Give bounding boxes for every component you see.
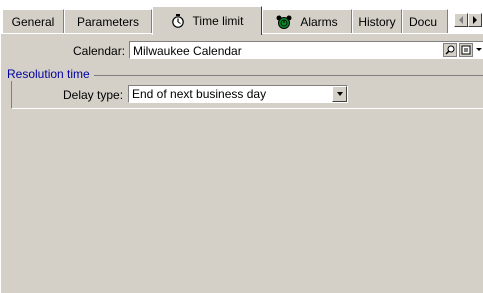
calendar-value: Milwaukee Calendar bbox=[133, 44, 242, 58]
calendar-search-button[interactable] bbox=[443, 43, 457, 57]
tab-history-label: History bbox=[358, 14, 396, 29]
tab-scroll-right-button[interactable] bbox=[468, 13, 482, 27]
form-icon bbox=[461, 45, 471, 55]
alarm-clock-icon bbox=[276, 15, 292, 29]
arrow-right-icon bbox=[473, 16, 477, 24]
tab-scroll-buttons bbox=[454, 13, 482, 27]
delay-type-dropdown-button[interactable] bbox=[332, 86, 347, 102]
magnifier-icon bbox=[445, 45, 455, 55]
tab-general-label: General bbox=[11, 14, 55, 29]
stopwatch-icon bbox=[171, 14, 185, 28]
tab-parameters[interactable]: Parameters bbox=[64, 9, 152, 33]
calendar-details-button[interactable] bbox=[459, 43, 473, 57]
tab-parameters-label: Parameters bbox=[76, 14, 140, 29]
delay-type-label: Delay type: bbox=[63, 88, 124, 102]
arrow-left-icon bbox=[459, 16, 463, 24]
resolution-time-title: Resolution time bbox=[7, 67, 94, 81]
tab-alarms-label: Alarms bbox=[300, 14, 338, 29]
calendar-field[interactable]: Milwaukee Calendar bbox=[129, 41, 483, 59]
tab-history[interactable]: History bbox=[352, 9, 402, 33]
tab-documents[interactable]: Docu bbox=[402, 9, 448, 33]
tab-time-limit-label: Time limit bbox=[192, 14, 244, 28]
tab-general[interactable]: General bbox=[2, 9, 64, 33]
tab-alarms[interactable]: Alarms bbox=[262, 9, 352, 33]
calendar-more-icon[interactable] bbox=[476, 43, 482, 58]
time-limit-panel: Calendar: Milwaukee Calendar Resolution … bbox=[0, 34, 483, 293]
tab-scroll-left-button[interactable] bbox=[454, 13, 468, 27]
chevron-down-icon bbox=[336, 92, 343, 96]
tab-bar: General Parameters Time limit Alarms His… bbox=[0, 0, 483, 35]
tab-documents-label: Docu bbox=[409, 14, 438, 29]
delay-type-select[interactable]: End of next business day bbox=[128, 85, 348, 103]
calendar-label: Calendar: bbox=[73, 44, 126, 58]
delay-type-value: End of next business day bbox=[132, 87, 267, 101]
tab-time-limit[interactable]: Time limit bbox=[152, 6, 262, 35]
